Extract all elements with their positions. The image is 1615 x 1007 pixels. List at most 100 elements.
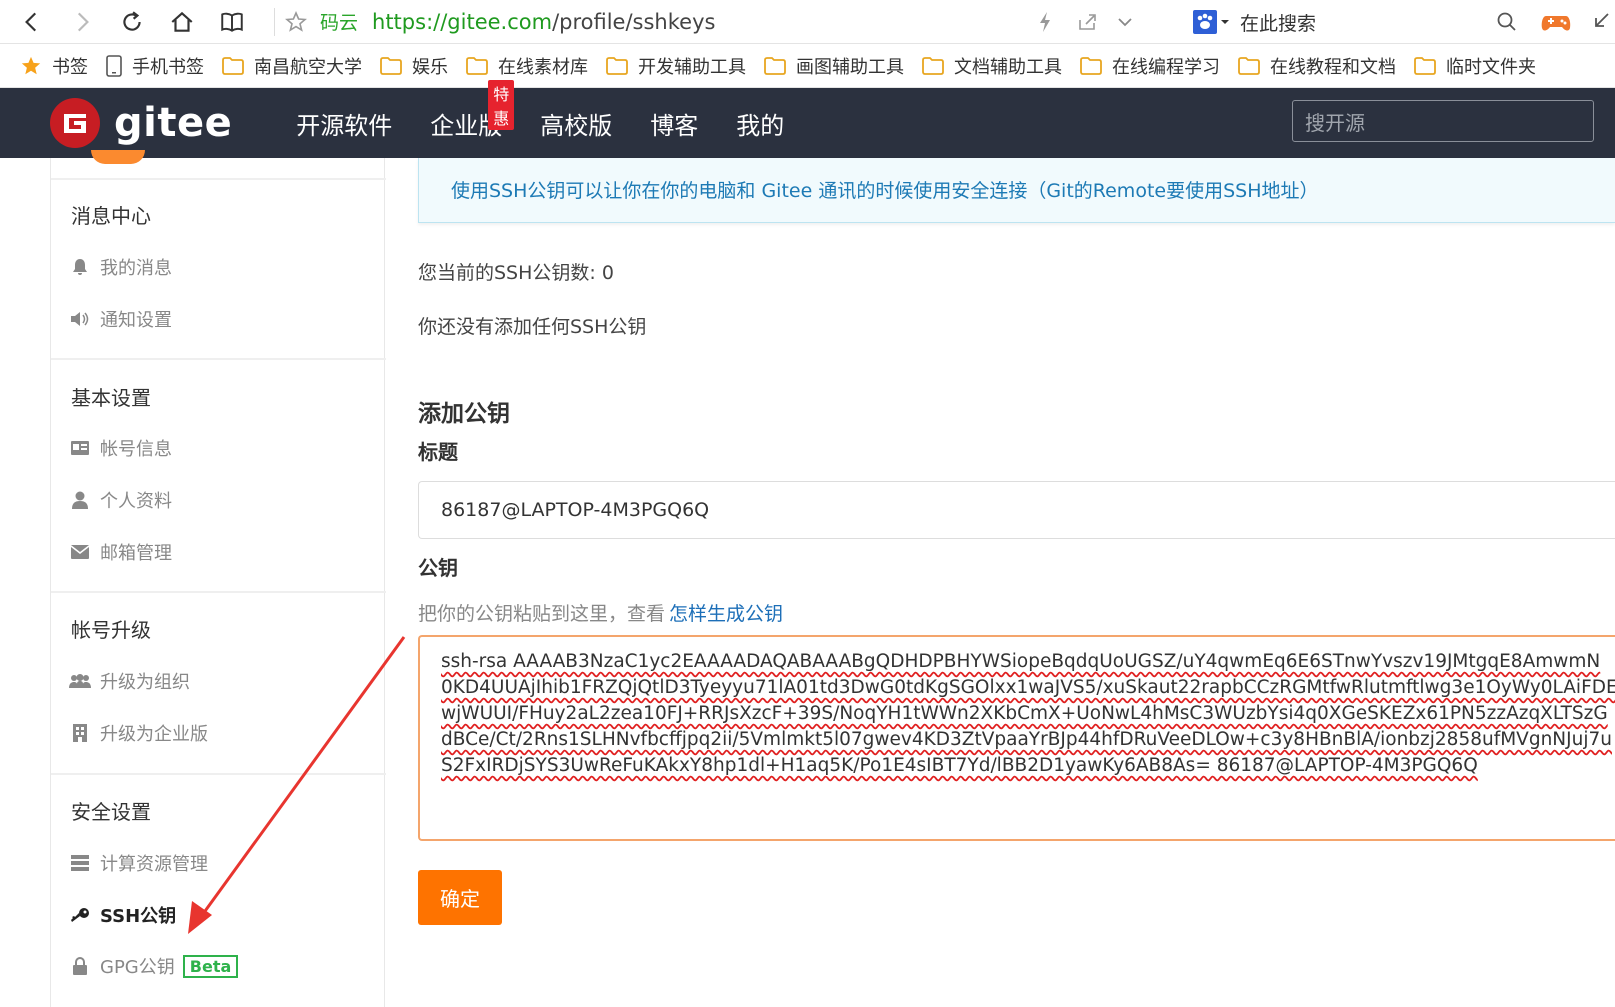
bookmark-label: 画图辅助工具 [796,57,904,78]
section-security-settings: 安全设置 [71,800,151,824]
bookmark-item[interactable]: 在线编程学习 [1080,53,1220,79]
baidu-paw-icon[interactable] [1192,9,1230,35]
bookmark-item[interactable]: 手机书签 [106,53,204,79]
bookmark-item[interactable]: 娱乐 [380,53,448,79]
bookmark-label: 临时文件夹 [1446,57,1536,78]
key-hint: 把你的公钥粘贴到这里，查看 怎样生成公钥 [418,603,784,625]
section-account-upgrade: 帐号升级 [71,618,151,642]
building-icon [69,724,91,742]
bookmark-star-icon[interactable] [284,10,308,34]
bookmark-item[interactable]: 文档辅助工具 [922,53,1062,79]
sidebar-item-profile[interactable]: 个人资料 [69,487,172,513]
logo-text: gitee [114,100,233,146]
browser-search[interactable]: 在此搜索 [1192,0,1316,44]
chevron-down-icon[interactable] [1115,12,1135,36]
sidebar-item-gpg-keys[interactable]: GPG公钥 Beta [69,953,239,979]
users-icon [69,674,91,688]
folder-icon [764,57,786,75]
bookmark-item[interactable]: 在线教程和文档 [1238,53,1396,79]
avatar[interactable] [91,150,145,164]
beta-badge: Beta [182,954,239,978]
nav-education[interactable]: 高校版 [540,106,612,141]
sidebar-item-ssh-keys[interactable]: SSH公钥 [69,902,176,928]
gitee-logo[interactable]: gitee [50,98,232,148]
reading-mode-icon[interactable] [210,2,254,42]
bookmark-label: 在线编程学习 [1112,57,1220,78]
search-icon[interactable] [1495,10,1519,38]
sidebar-item-upgrade-enterprise[interactable]: 升级为企业版 [69,720,208,746]
folder-icon [606,57,628,75]
bookmark-label: 娱乐 [412,57,448,78]
bookmark-label: 在线教程和文档 [1270,57,1396,78]
folder-icon [1414,57,1436,75]
public-key-label: 公钥 [418,556,458,580]
nav-enterprise[interactable]: 企业版 特惠 [430,79,515,141]
lightning-icon[interactable] [1035,10,1055,38]
key-line: ssh-rsa AAAAB3NzaC1yc2EAAAADAQABAAABgQDH… [441,651,1601,672]
browser-toolbar: 码云 https://gitee.com/profile/sshkeys 在此搜… [0,0,1615,44]
star-icon [20,55,42,77]
bookmark-label: 开发辅助工具 [638,57,746,78]
folder-icon [1080,57,1102,75]
back-icon[interactable] [10,2,54,42]
window-control-icon[interactable] [1588,10,1612,38]
sidebar-item-email[interactable]: 邮箱管理 [69,539,172,565]
site-name: 码云 [320,12,359,34]
ssh-key-count: 您当前的SSH公钥数: 0 [418,262,614,284]
bookmark-label: 南昌航空大学 [254,57,362,78]
nav-mine[interactable]: 我的 [736,106,784,141]
share-icon[interactable] [1075,10,1099,38]
user-icon [69,491,91,509]
ssh-keys-panel: 使用SSH公钥可以让你在你的电脑和 Gitee 通讯的时候使用安全连接（Git的… [418,158,1615,1007]
sidebar-item-account-info[interactable]: 帐号信息 [69,435,172,461]
gitee-logo-icon [50,98,100,148]
title-label: 标题 [418,440,458,464]
key-icon [69,907,91,923]
folder-icon [466,57,488,75]
public-key-textarea[interactable]: ssh-rsa AAAAB3NzaC1yc2EAAAADAQABAAABgQDH… [418,635,1615,841]
bookmark-item[interactable]: 临时文件夹 [1414,53,1536,79]
sidebar-item-my-messages[interactable]: 我的消息 [69,254,172,280]
nav-open-source[interactable]: 开源软件 [296,106,392,141]
sidebar-item-compute-resources[interactable]: 计算资源管理 [69,850,208,876]
bookmark-label: 文档辅助工具 [954,57,1062,78]
envelope-icon [69,545,91,559]
bookmarks-bar: 书签 手机书签 南昌航空大学 娱乐 在线素材库 开发辅助工具 画图辅助工具 文档辅助工具 在线编… [0,45,1615,88]
bookmark-item[interactable]: 书签 [20,53,88,79]
gitee-header: gitee 开源软件 企业版 特惠 高校版 博客 我的 搜开源 [0,79,1615,158]
bookmark-item[interactable]: 开发辅助工具 [606,53,746,79]
key-line: 0KD4UUAjIhib1FRZQjQtlD3Tyeyyu71lA01td3Dw… [441,677,1615,698]
section-message-center: 消息中心 [71,204,151,228]
bookmark-item[interactable]: 画图辅助工具 [764,53,904,79]
browser-search-input[interactable]: 在此搜索 [1240,9,1316,36]
key-line: dBCe/Ct/2Rns1SLHNvfbcffjpq2ii/5Vmlmkt5l0… [441,729,1612,750]
url-text[interactable]: https://gitee.com/profile/sshkeys [372,10,715,34]
folder-icon [1238,57,1260,75]
address-bar[interactable]: 码云 https://gitee.com/profile/sshkeys [274,0,715,44]
folder-icon [222,57,244,75]
confirm-button[interactable]: 确定 [418,870,502,925]
bookmark-item[interactable]: 南昌航空大学 [222,53,362,79]
sidebar-item-notification-settings[interactable]: 通知设置 [69,306,172,332]
reload-icon[interactable] [110,2,154,42]
bookmark-label: 手机书签 [132,57,204,78]
bookmark-item[interactable]: 在线素材库 [466,53,588,79]
nav-blog[interactable]: 博客 [650,106,698,141]
header-search-input[interactable]: 搜开源 [1292,100,1594,142]
bookmark-label: 书签 [52,57,88,78]
how-to-generate-link[interactable]: 怎样生成公钥 [669,603,783,625]
sidebar-item-upgrade-org[interactable]: 升级为组织 [69,668,190,694]
speaker-icon [69,311,91,327]
promo-badge: 特惠 [488,79,515,130]
forward-icon[interactable] [60,2,104,42]
bell-icon [69,258,91,276]
key-title-input[interactable]: 86187@LAPTOP-4M3PGQ6Q [418,481,1615,539]
add-key-heading: 添加公钥 [418,401,510,427]
key-line: wjWUUI/FHuy2aL2zea10FJ+RRJsXzcF+39S/NoqY… [441,703,1608,724]
server-icon [69,855,91,871]
bookmark-label: 在线素材库 [498,57,588,78]
home-icon[interactable] [160,2,204,42]
gamepad-icon[interactable] [1540,8,1572,40]
settings-sidebar: 消息中心 我的消息 通知设置 基本设置 帐号信息 个人资料 邮箱管理 帐号升级 … [50,150,386,1007]
section-basic-settings: 基本设置 [71,386,151,410]
